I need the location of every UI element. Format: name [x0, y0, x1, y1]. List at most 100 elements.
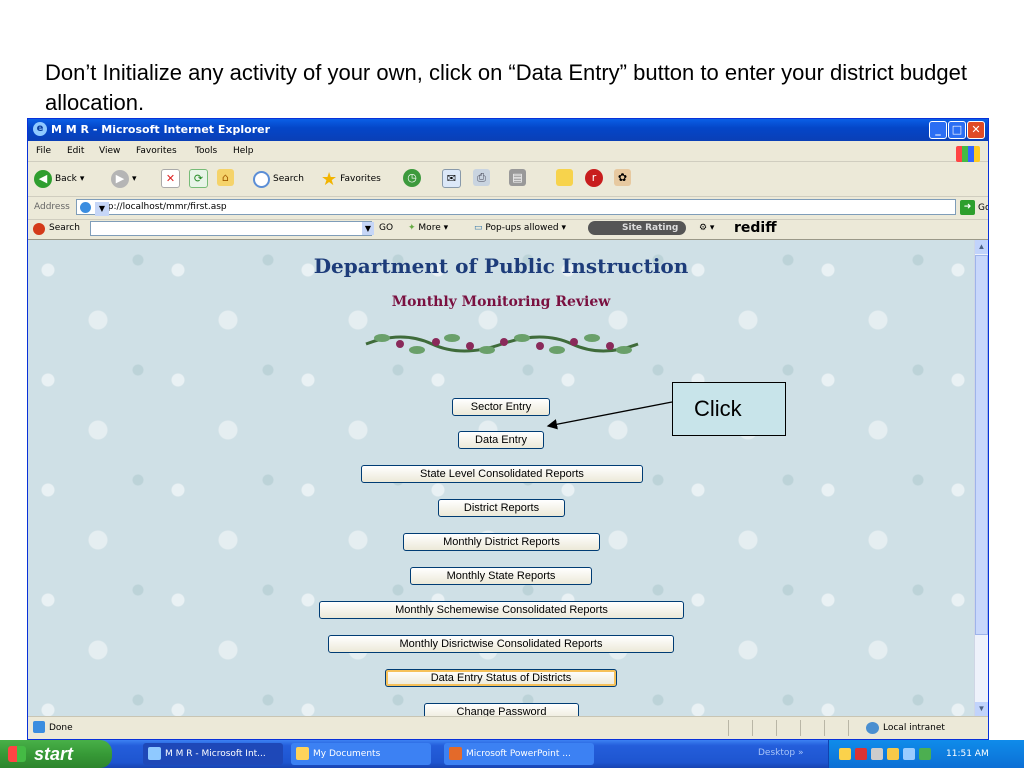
desktop-toolbar-label[interactable]: Desktop » [758, 748, 804, 758]
monthly-districtwise-consolidated-reports-button[interactable]: Monthly Disrictwise Consolidated Reports [328, 635, 674, 653]
windows-flag-icon [8, 746, 26, 762]
window-title: M M R - Microsoft Internet Explorer [51, 123, 271, 136]
start-button[interactable]: start [0, 740, 112, 768]
maximize-icon[interactable]: □ [948, 121, 966, 139]
taskbar-item-my-documents[interactable]: My Documents [291, 743, 431, 765]
mail-icon[interactable]: ✉ [442, 169, 461, 188]
scrollbar-thumb[interactable] [975, 255, 988, 635]
task-label: M M R - Microsoft Int... [165, 749, 266, 759]
sector-entry-button[interactable]: Sector Entry [452, 398, 550, 416]
monthly-schemewise-consolidated-reports-button[interactable]: Monthly Schemewise Consolidated Reports [319, 601, 684, 619]
status-divider [728, 720, 729, 736]
security-zone: Local intranet [866, 722, 945, 734]
shield-icon[interactable] [839, 748, 851, 760]
favorites-star-icon: ★ [321, 168, 338, 190]
forward-button[interactable]: ▶ ▾ [111, 169, 137, 189]
close-icon[interactable]: ✕ [967, 121, 985, 139]
back-button[interactable]: ◀ Back ▾ [34, 169, 84, 189]
network-icon[interactable] [871, 748, 883, 760]
menu-edit[interactable]: Edit [67, 146, 84, 156]
media-icon[interactable]: ◷ [403, 169, 421, 187]
search-icon [253, 170, 270, 188]
state-level-consolidated-reports-button[interactable]: State Level Consolidated Reports [361, 465, 643, 483]
slide-caption: Don’t Initialize any activity of your ow… [45, 60, 967, 115]
address-input[interactable]: http://localhost/mmr/first.asp ▼ [76, 199, 956, 216]
status-divider [824, 720, 825, 736]
forward-dropdown-icon[interactable]: ▾ [132, 174, 137, 184]
forward-arrow-icon: ▶ [111, 170, 129, 188]
favorites-button[interactable]: ★ Favorites [321, 168, 381, 190]
tray-icons [839, 748, 931, 760]
search-label: Search [273, 174, 304, 184]
status-bar: Done Local intranet [28, 716, 988, 739]
refresh-icon[interactable]: ⟳ [189, 169, 208, 188]
monthly-state-reports-button[interactable]: Monthly State Reports [410, 567, 592, 585]
folder-task-icon [296, 747, 309, 760]
searchbar-label: Search [49, 223, 80, 233]
menu-view[interactable]: View [99, 146, 120, 156]
menu-favorites[interactable]: Favorites [136, 146, 177, 156]
back-label: Back [55, 174, 77, 184]
popup-blocker-button[interactable]: ▭ Pop-ups allowed ▾ [474, 223, 566, 233]
taskbar-item-powerpoint[interactable]: Microsoft PowerPoint ... [444, 743, 594, 765]
rediff-toolbar-icon[interactable]: r [585, 169, 603, 187]
windows-taskbar: start M M R - Microsoft Int... My Docume… [0, 740, 1024, 768]
change-password-button[interactable]: Change Password [424, 703, 579, 716]
vertical-scrollbar[interactable]: ▲ ▼ [974, 240, 988, 716]
go-label: Go [978, 202, 988, 213]
folder-icon[interactable] [556, 169, 573, 186]
site-rating-badge[interactable]: Site Rating [588, 221, 686, 235]
page-title: Department of Public Instruction [313, 254, 689, 278]
back-dropdown-icon[interactable]: ▾ [80, 174, 85, 184]
menu-bar: File Edit View Favorites Tools Help [28, 141, 988, 162]
page-icon [80, 202, 91, 213]
print-icon[interactable]: ⎙ [473, 169, 490, 186]
sound-icon[interactable] [903, 748, 915, 760]
messenger-icon[interactable]: ✿ [614, 169, 631, 186]
address-url: http://localhost/mmr/first.asp [95, 202, 227, 212]
powerpoint-task-icon [449, 747, 462, 760]
settings-gear-icon[interactable]: ⚙ ▾ [699, 223, 714, 233]
district-reports-button[interactable]: District Reports [438, 499, 565, 517]
popups-label: Pop-ups allowed [485, 223, 559, 233]
rediff-logo: rediff [734, 220, 777, 236]
taskbar-item-ie[interactable]: M M R - Microsoft Int... [143, 743, 283, 765]
system-tray: 11:51 AM [828, 740, 1024, 768]
favorites-label: Favorites [340, 174, 381, 184]
searchbar-go-button[interactable]: GO [379, 223, 393, 233]
searchbar-input[interactable] [90, 221, 372, 236]
edit-icon[interactable]: ▤ [509, 169, 526, 186]
go-button[interactable]: ➜ Go [960, 200, 988, 215]
monthly-district-reports-button[interactable]: Monthly District Reports [403, 533, 600, 551]
title-bar[interactable]: e M M R - Microsoft Internet Explorer _ … [28, 119, 988, 141]
popup-icon: ▭ [474, 223, 483, 233]
stop-icon[interactable]: ✕ [161, 169, 180, 188]
address-bar: Address http://localhost/mmr/first.asp ▼… [28, 197, 988, 220]
ie-window: e M M R - Microsoft Internet Explorer _ … [27, 118, 989, 740]
task-label: Microsoft PowerPoint ... [466, 749, 571, 759]
menu-file[interactable]: File [36, 146, 51, 156]
task-label: My Documents [313, 749, 381, 759]
address-label: Address [34, 202, 70, 212]
scroll-up-icon[interactable]: ▲ [975, 240, 988, 254]
data-entry-status-button[interactable]: Data Entry Status of Districts [385, 669, 617, 687]
click-callout: Click [672, 382, 786, 436]
ie-icon: e [33, 122, 47, 136]
menu-tools[interactable]: Tools [195, 146, 217, 156]
antivirus-icon[interactable] [855, 748, 867, 760]
scroll-down-icon[interactable]: ▼ [975, 702, 988, 716]
address-dropdown-icon[interactable]: ▼ [95, 202, 109, 216]
ie-task-icon [148, 747, 161, 760]
menu-help[interactable]: Help [233, 146, 254, 156]
data-entry-button[interactable]: Data Entry [458, 431, 544, 449]
page-subtitle: Monthly Monitoring Review [391, 294, 611, 310]
searchbar-dropdown-icon[interactable]: ▼ [362, 222, 374, 235]
minimize-icon[interactable]: _ [929, 121, 947, 139]
search-button[interactable]: Search [253, 169, 304, 189]
windows-logo-icon [956, 146, 980, 162]
page-content: Department of Public Instruction Monthly… [28, 240, 974, 716]
home-icon[interactable]: ⌂ [217, 169, 234, 186]
more-button[interactable]: ✦ More ▾ [408, 223, 448, 233]
update-icon[interactable] [919, 748, 931, 760]
messenger-icon[interactable] [887, 748, 899, 760]
